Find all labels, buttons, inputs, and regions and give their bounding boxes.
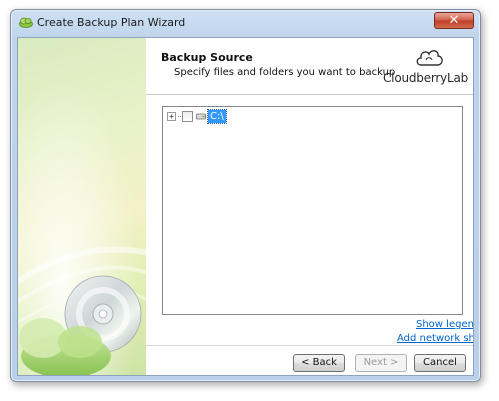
page-subtitle: Specify files and folders you want to ba… — [174, 67, 396, 78]
title-bar[interactable]: Create Backup Plan Wizard ✕ — [11, 10, 480, 36]
cancel-button[interactable]: Cancel — [414, 354, 466, 372]
next-button[interactable]: Next > — [355, 354, 407, 372]
close-button[interactable]: ✕ — [434, 12, 474, 29]
add-network-share-link[interactable]: Add network share — [397, 333, 473, 344]
cloudberry-app-icon — [19, 17, 33, 28]
source-tree[interactable]: + C:\ — [162, 106, 463, 315]
expand-icon[interactable]: + — [167, 111, 176, 121]
disc-artwork-icon — [18, 38, 146, 375]
tree-item-checkbox[interactable] — [182, 110, 193, 122]
window-title: Create Backup Plan Wizard — [37, 16, 186, 29]
drive-icon — [196, 113, 206, 119]
wizard-client-area: Backup Source Specify files and folders … — [17, 37, 474, 376]
cloudberry-logo-icon — [416, 50, 443, 66]
footer-divider — [146, 345, 473, 346]
tree-connector — [178, 115, 181, 117]
wizard-header: Backup Source Specify files and folders … — [146, 38, 473, 85]
wizard-side-banner — [18, 38, 146, 375]
show-legend-link[interactable]: Show legend — [416, 319, 473, 330]
wizard-content: Backup Source Specify files and folders … — [146, 38, 473, 375]
back-button[interactable]: < Back — [293, 354, 345, 372]
wizard-window: Create Backup Plan Wizard ✕ Backup Sourc… — [10, 9, 481, 382]
brand-name: CloudberryLab — [383, 71, 469, 85]
close-icon: ✕ — [448, 13, 460, 28]
header-divider — [146, 94, 473, 95]
tree-item-label[interactable]: C:\ — [207, 108, 227, 124]
tree-item[interactable]: + C:\ — [167, 108, 227, 124]
page-title: Backup Source — [161, 51, 253, 64]
